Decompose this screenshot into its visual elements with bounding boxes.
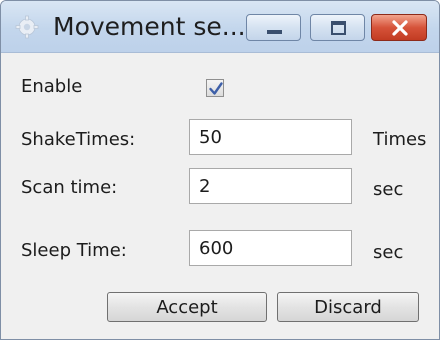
maximize-button[interactable] (310, 14, 365, 41)
scan-time-unit: sec (373, 179, 404, 200)
checkmark-icon (209, 82, 223, 95)
accept-button[interactable]: Accept (107, 292, 267, 322)
window-title: Movement se... (53, 12, 246, 41)
close-icon (392, 20, 408, 36)
title-bar[interactable]: Movement se... (1, 1, 439, 53)
scan-time-input[interactable] (189, 168, 352, 204)
gear-icon (15, 15, 39, 39)
settings-dialog: Movement se... Enable ShakeTimes: 50 Tim… (0, 0, 440, 340)
minimize-button[interactable] (246, 14, 301, 41)
sleep-time-label: Sleep Time: (21, 240, 127, 261)
shake-times-label: ShakeTimes: (21, 129, 136, 150)
scan-time-label: Scan time: (21, 177, 118, 198)
enable-checkbox[interactable] (206, 79, 224, 97)
shake-times-input[interactable] (189, 119, 352, 155)
minimize-icon (267, 30, 282, 34)
enable-label: Enable (21, 76, 83, 97)
discard-button[interactable]: Discard (277, 292, 419, 322)
shake-times-unit: Times (373, 129, 427, 150)
sleep-time-input[interactable] (189, 230, 352, 266)
dialog-body: Enable ShakeTimes: Times Scan time: sec … (1, 53, 439, 339)
sleep-time-unit: sec (373, 242, 404, 263)
close-button[interactable] (371, 14, 427, 41)
